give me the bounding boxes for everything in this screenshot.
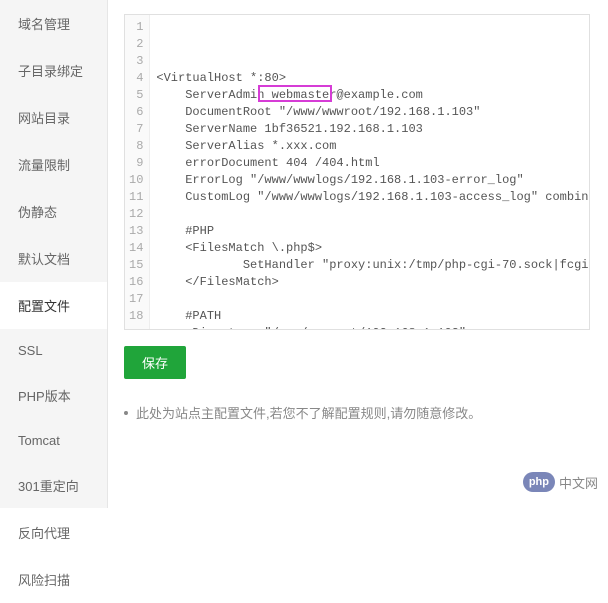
- editor-gutter: 123456789101112131415161718: [125, 15, 150, 329]
- php-badge-icon: php: [523, 472, 555, 492]
- code-line[interactable]: <Directory "/www/wwwroot/192.168.1.103">: [156, 325, 583, 329]
- code-line[interactable]: errorDocument 404 /404.html: [156, 155, 583, 172]
- code-line[interactable]: [156, 291, 583, 308]
- sidebar-item-webdir[interactable]: 网站目录: [0, 94, 107, 141]
- code-line[interactable]: CustomLog "/www/wwwlogs/192.168.1.103-ac…: [156, 189, 583, 206]
- sidebar: 域名管理 子目录绑定 网站目录 流量限制 伪静态 默认文档 配置文件 SSL P…: [0, 0, 108, 508]
- save-button[interactable]: 保存: [124, 346, 186, 379]
- sidebar-item-config[interactable]: 配置文件: [0, 282, 107, 329]
- sidebar-item-traffic[interactable]: 流量限制: [0, 141, 107, 188]
- code-line[interactable]: ServerName 1bf36521.192.168.1.103: [156, 121, 583, 138]
- code-line[interactable]: </FilesMatch>: [156, 274, 583, 291]
- editor-content[interactable]: <VirtualHost *:80> ServerAdmin webmaster…: [150, 15, 589, 329]
- code-line[interactable]: ErrorLog "/www/wwwlogs/192.168.1.103-err…: [156, 172, 583, 189]
- code-line[interactable]: [156, 206, 583, 223]
- sidebar-item-301[interactable]: 301重定向: [0, 462, 107, 509]
- sidebar-item-ssl[interactable]: SSL: [0, 329, 107, 372]
- sidebar-item-php-version[interactable]: PHP版本: [0, 372, 107, 419]
- note-text: 此处为站点主配置文件,若您不了解配置规则,请勿随意修改。: [136, 403, 481, 422]
- sidebar-item-tomcat[interactable]: Tomcat: [0, 419, 107, 462]
- sidebar-item-rewrite[interactable]: 伪静态: [0, 188, 107, 235]
- watermark-text: 中文网: [559, 473, 598, 492]
- code-line[interactable]: <FilesMatch \.php$>: [156, 240, 583, 257]
- app-container: 域名管理 子目录绑定 网站目录 流量限制 伪静态 默认文档 配置文件 SSL P…: [0, 0, 608, 508]
- code-line[interactable]: ServerAdmin webmaster@example.com: [156, 87, 583, 104]
- code-line[interactable]: #PHP: [156, 223, 583, 240]
- code-line[interactable]: #PATH: [156, 308, 583, 325]
- sidebar-item-proxy[interactable]: 反向代理: [0, 509, 107, 556]
- code-editor[interactable]: 123456789101112131415161718 <VirtualHost…: [124, 14, 590, 330]
- bullet-icon: [124, 411, 128, 415]
- code-line[interactable]: DocumentRoot "/www/wwwroot/192.168.1.103…: [156, 104, 583, 121]
- main-panel: 123456789101112131415161718 <VirtualHost…: [108, 0, 608, 508]
- sidebar-item-default-doc[interactable]: 默认文档: [0, 235, 107, 282]
- code-line[interactable]: <VirtualHost *:80>: [156, 70, 583, 87]
- sidebar-item-subdir[interactable]: 子目录绑定: [0, 47, 107, 94]
- config-note: 此处为站点主配置文件,若您不了解配置规则,请勿随意修改。: [124, 403, 590, 422]
- watermark: php 中文网: [523, 472, 598, 492]
- code-line[interactable]: SetHandler "proxy:unix:/tmp/php-cgi-70.s…: [156, 257, 583, 274]
- sidebar-item-domain[interactable]: 域名管理: [0, 0, 107, 47]
- sidebar-item-risk-scan[interactable]: 风险扫描: [0, 556, 107, 603]
- code-line[interactable]: ServerAlias *.xxx.com: [156, 138, 583, 155]
